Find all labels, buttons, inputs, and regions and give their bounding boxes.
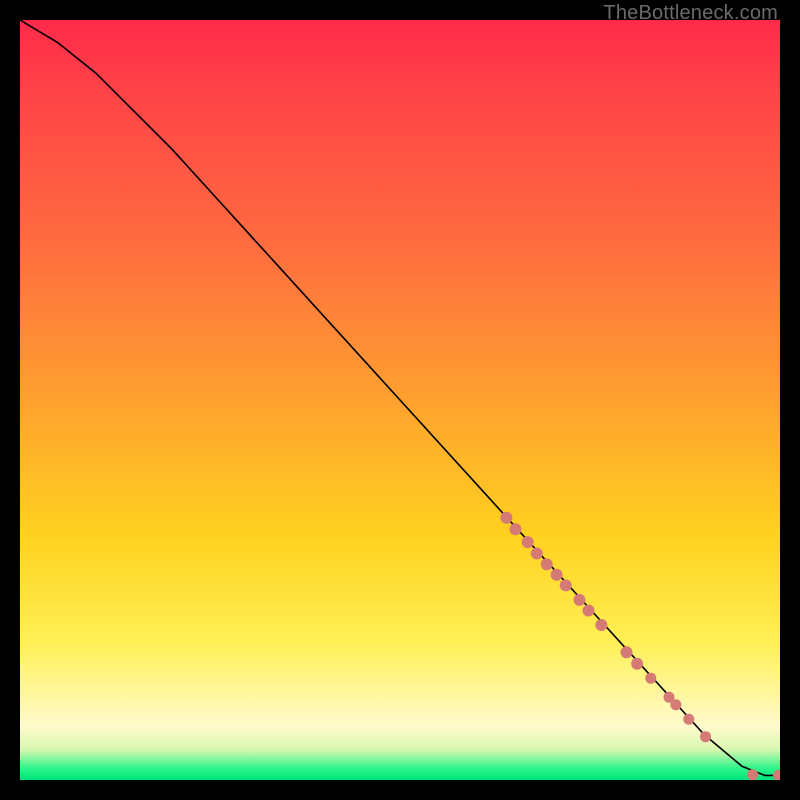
attribution-label: TheBottleneck.com — [603, 2, 778, 25]
data-point — [541, 558, 553, 570]
data-point — [560, 579, 572, 591]
data-point — [700, 731, 711, 742]
data-point — [773, 770, 780, 780]
data-point — [522, 536, 534, 548]
data-point — [631, 658, 643, 670]
data-markers — [500, 512, 780, 780]
data-point — [683, 714, 694, 725]
chart-overlay — [20, 20, 780, 780]
data-point — [551, 569, 563, 581]
data-point — [500, 512, 512, 524]
data-point — [645, 673, 656, 684]
data-point — [621, 646, 633, 658]
data-point — [747, 769, 758, 780]
data-point — [573, 594, 585, 606]
plot-area — [20, 20, 780, 780]
chart-frame: TheBottleneck.com — [0, 0, 800, 800]
performance-curve — [20, 20, 780, 775]
data-point — [510, 523, 522, 535]
data-point — [531, 548, 543, 560]
data-point — [583, 605, 595, 617]
data-point — [595, 619, 607, 631]
data-point — [670, 699, 681, 710]
